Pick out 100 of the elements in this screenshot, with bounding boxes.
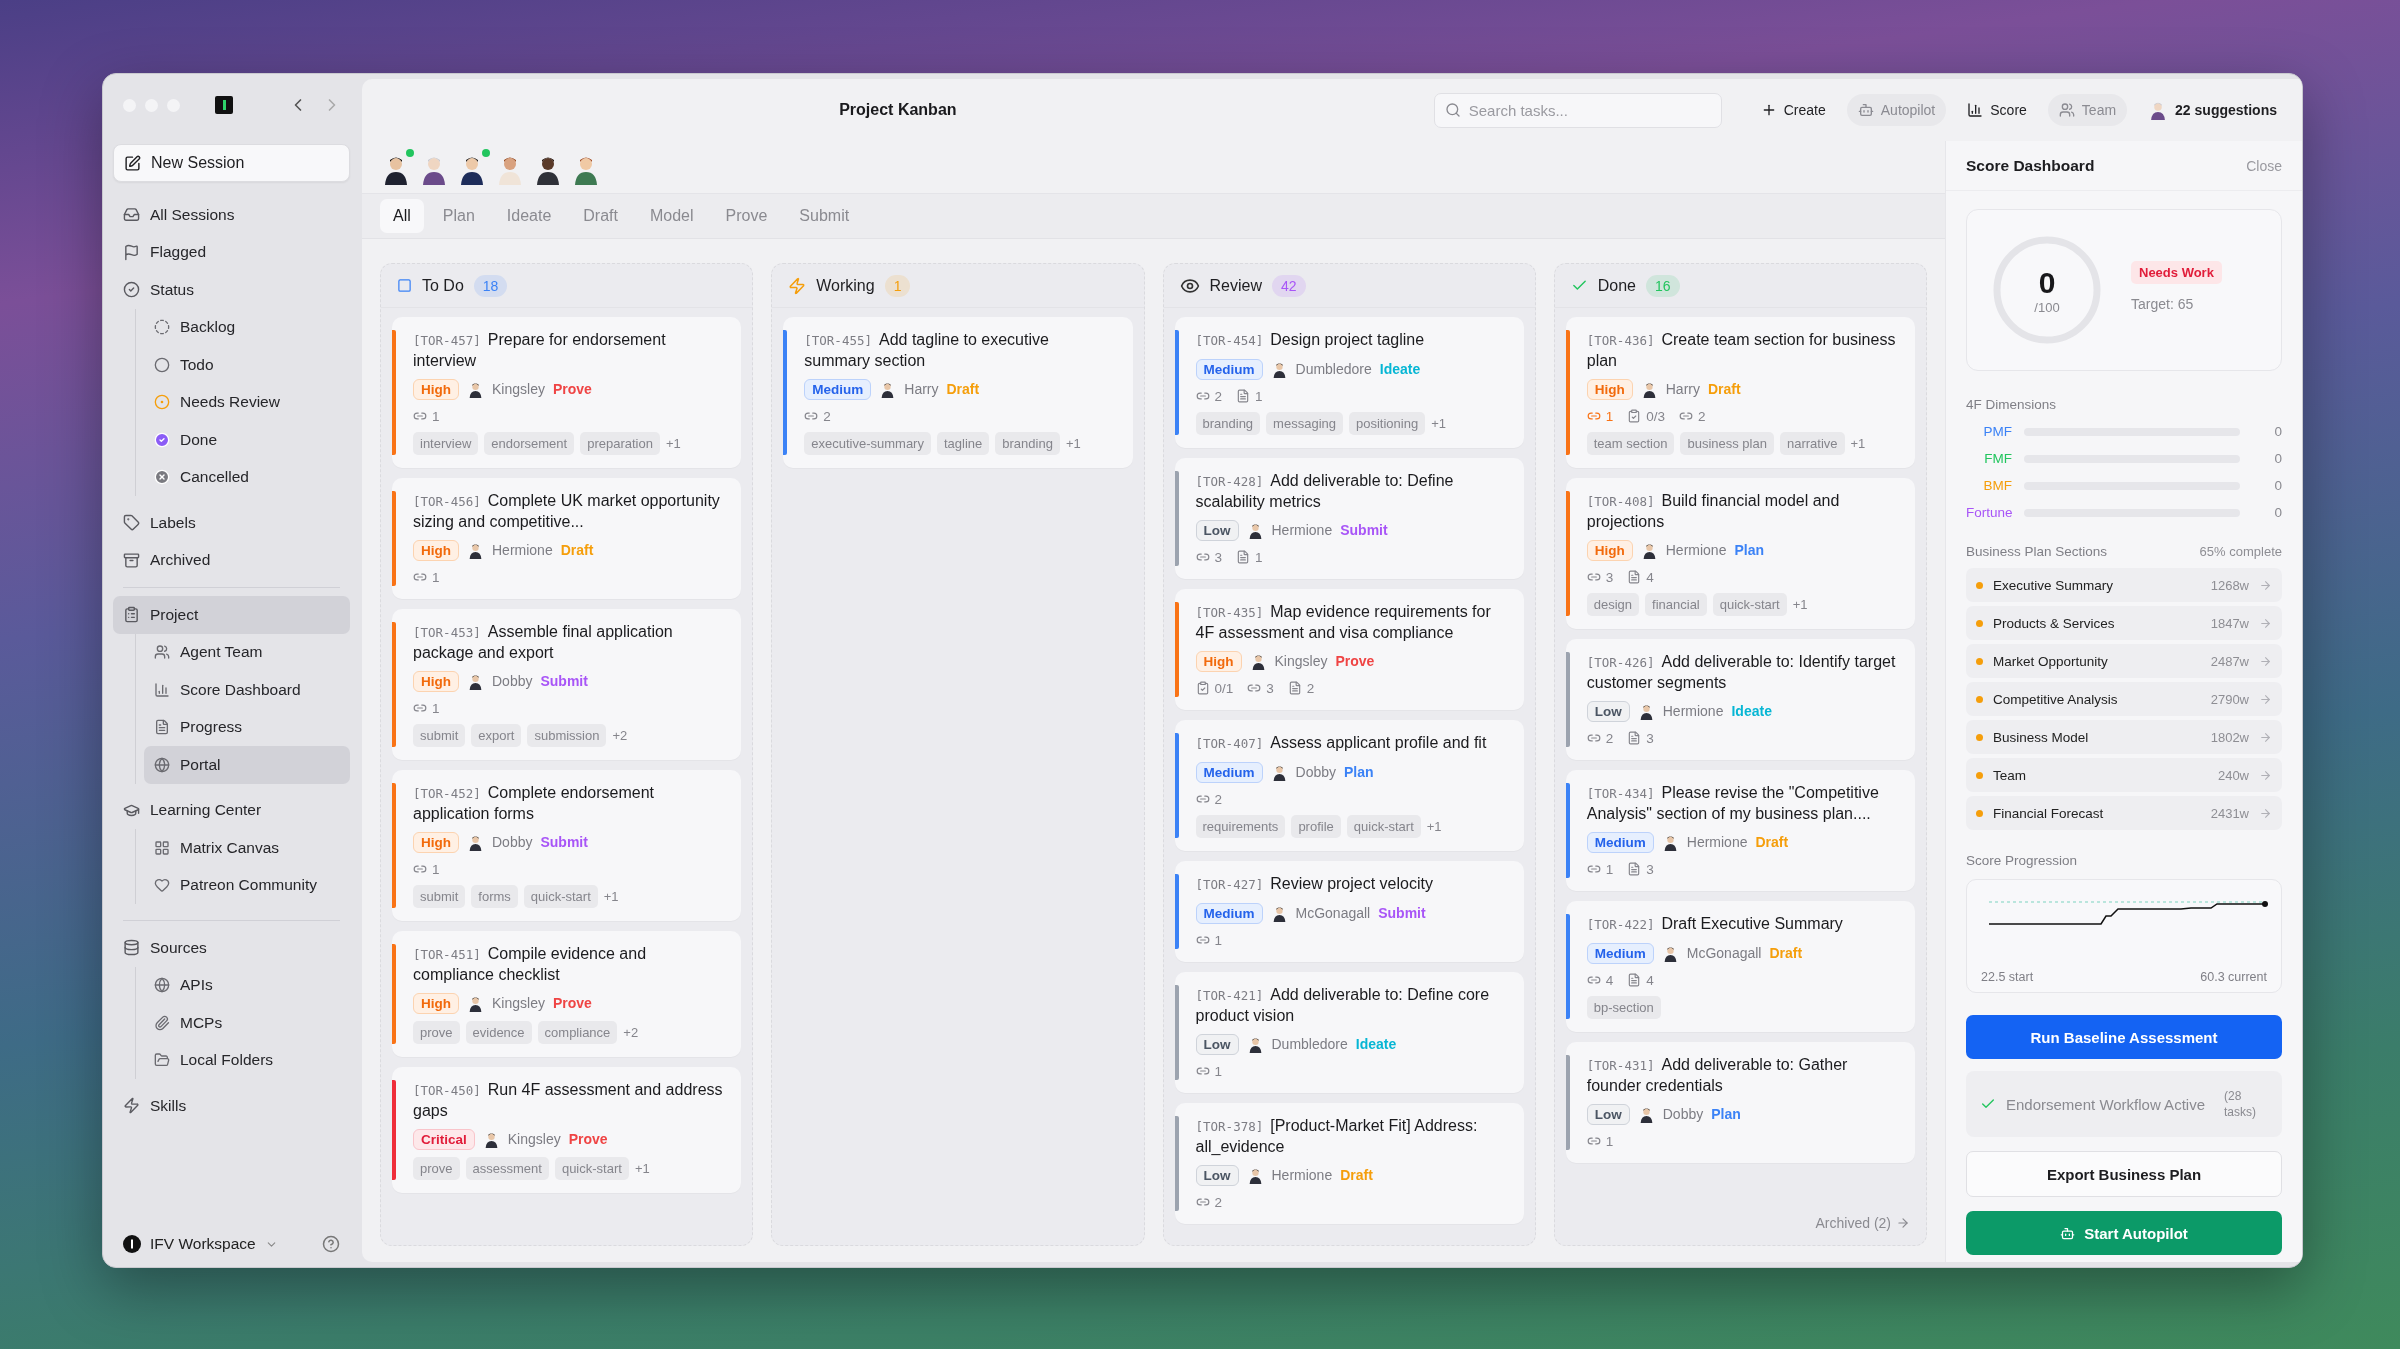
sidebar-item[interactable]: Labels: [113, 504, 350, 542]
plan-section-item[interactable]: Financial Forecast 2431w: [1966, 796, 2282, 830]
sidebar-item[interactable]: Progress: [144, 708, 350, 746]
task-card[interactable]: [TOR-426] Add deliverable to: Identify target customer segments Low Hermione Ideate 2 3: [1565, 639, 1915, 760]
sidebar-item[interactable]: Todo: [144, 346, 350, 384]
task-card[interactable]: [TOR-434] Please revise the "Competitive Analysis" section of my business plan.... Medium Hermione Draft 1 3: [1565, 770, 1915, 891]
task-title: [TOR-454] Design project tagline: [1195, 330, 1426, 350]
link-icon: [1195, 389, 1210, 403]
task-card[interactable]: [TOR-378] [Product-Market Fit] Address: all_evidence Low Hermione Draft 2: [1174, 1103, 1524, 1224]
help-icon[interactable]: [322, 1235, 340, 1253]
assignee-name: Dobby: [1295, 764, 1336, 780]
task-card[interactable]: [TOR-455] Add tagline to executive summary section Medium Harry Draft 2 executive-summary tagline branding +1: [783, 317, 1133, 468]
sidebar-item[interactable]: Patreon Community: [144, 866, 350, 904]
paperclip-icon: [154, 1014, 170, 1031]
dimension-value: 0: [2273, 478, 2282, 493]
sidebar-item[interactable]: MCPs: [144, 1004, 350, 1042]
task-card[interactable]: [TOR-435] Map evidence requirements for 4F assessment and visa compliance High Kingsley Prove 0/1 3 2: [1174, 589, 1524, 710]
word-count: 2431w: [2210, 805, 2249, 821]
tag: design: [1586, 593, 1640, 616]
sidebar-item[interactable]: Portal: [144, 746, 350, 784]
task-card[interactable]: [TOR-427] Review project velocity Medium McGonagall Submit 1: [1174, 861, 1524, 962]
sidebar-item[interactable]: Local Folders: [144, 1041, 350, 1079]
plan-section-item[interactable]: Competitive Analysis 2790w: [1966, 682, 2282, 716]
sidebar-item[interactable]: Matrix Canvas: [144, 829, 350, 867]
database-icon: [123, 939, 140, 957]
task-card[interactable]: [TOR-453] Assemble final application package and export High Dobby Submit 1 submit export submission +2: [392, 609, 742, 760]
sidebar-item[interactable]: Done: [144, 421, 350, 459]
count-text: 1: [1605, 1133, 1614, 1149]
workspace-switcher[interactable]: IFV Workspace: [123, 1235, 278, 1253]
sidebar-item[interactable]: Learning Center: [113, 791, 350, 829]
sidebar-item[interactable]: Status: [113, 271, 350, 309]
task-title: [TOR-421] Add deliverable to: Define core product vision: [1195, 985, 1491, 1026]
score-button[interactable]: Score: [1956, 94, 2038, 126]
link-icon: [1586, 409, 1601, 423]
task-card[interactable]: [TOR-428] Add deliverable to: Define scalability metrics Low Hermione Submit 3 1: [1174, 458, 1524, 579]
run-assessment-button[interactable]: Run Baseline Assessment: [1966, 1015, 2282, 1059]
task-card[interactable]: [TOR-421] Add deliverable to: Define core product vision Low Dumbledore Ideate 1: [1174, 972, 1524, 1093]
sidebar-item[interactable]: Project: [113, 596, 350, 634]
phase-label: Ideate: [1355, 1036, 1397, 1052]
section-name: Business Model: [1993, 729, 2090, 745]
phase-label: Submit: [540, 834, 588, 850]
count-badge: 16: [1646, 274, 1680, 297]
export-button[interactable]: Export Business Plan: [1966, 1151, 2282, 1197]
sidebar-item[interactable]: Archived: [113, 541, 350, 579]
new-session-button[interactable]: New Session: [113, 144, 350, 182]
suggestions-button[interactable]: 22 suggestions: [2137, 94, 2288, 126]
sidebar-item[interactable]: Skills: [113, 1087, 350, 1125]
task-card[interactable]: [TOR-431] Add deliverable to: Gather founder credentials Low Dobby Plan 1: [1565, 1042, 1915, 1163]
start-autopilot-button[interactable]: Start Autopilot: [1966, 1211, 2282, 1255]
dimension-value: 0: [2273, 451, 2282, 466]
sidebar-item[interactable]: Flagged: [113, 233, 350, 271]
task-card[interactable]: [TOR-452] Complete endorsement application forms High Dobby Submit 1 submit forms quick-start +1: [392, 770, 742, 921]
sidebar-item[interactable]: Sources: [113, 929, 350, 967]
task-card[interactable]: [TOR-450] Run 4F assessment and address gaps Critical Kingsley Prove prove assessment quick-start +1: [392, 1067, 742, 1193]
task-card[interactable]: [TOR-408] Build financial model and projections High Hermione Plan 3 4 design financial quick-start +1: [1565, 478, 1915, 629]
word-count: 1847w: [2210, 615, 2249, 631]
task-card[interactable]: [TOR-436] Create team section for business plan High Harry Draft 1 0/3 2 team section business plan narrative +1: [1565, 317, 1915, 468]
plan-section-item[interactable]: Market Opportunity 2487w: [1966, 644, 2282, 678]
task-card[interactable]: [TOR-422] Draft Executive Summary Medium McGonagall Draft 4 4 bp-section: [1565, 901, 1915, 1032]
plan-section-item[interactable]: Team 240w: [1966, 758, 2282, 792]
sidebar-item[interactable]: APIs: [144, 966, 350, 1004]
robot-icon: [1857, 102, 1874, 118]
task-card[interactable]: [TOR-457] Prepare for endorsement interview High Kingsley Prove 1 interview endorsement preparation +1: [392, 317, 742, 468]
task-title: [TOR-456] Complete UK market opportunity sizing and competitive...: [413, 491, 721, 532]
phase-label: Submit: [1378, 905, 1426, 921]
task-card[interactable]: [TOR-451] Compile evidence and compliance checklist High Kingsley Prove prove evidence compliance +2: [392, 931, 742, 1057]
sidebar-item[interactable]: All Sessions: [113, 196, 350, 234]
more-tags-count: +1: [1426, 819, 1442, 834]
filter-tab[interactable]: All: [380, 199, 424, 233]
sidebar-item[interactable]: Backlog: [144, 308, 350, 346]
phase-label: Prove: [1335, 653, 1375, 669]
phase-label: Draft: [1708, 381, 1741, 397]
target-text: Target: 65: [2131, 295, 2194, 312]
plan-section-item[interactable]: Executive Summary 1268w: [1966, 568, 2282, 602]
tag: messaging: [1266, 412, 1343, 435]
sidebar-item[interactable]: Agent Team: [144, 633, 350, 671]
arrow-right-icon: [2259, 730, 2272, 744]
task-card[interactable]: [TOR-407] Assess applicant profile and fit Medium Dobby Plan 2 requirements profile quick-start +1: [1174, 720, 1524, 851]
task-card[interactable]: [TOR-454] Design project tagline Medium Dumbledore Ideate 2 1 branding messaging positioning +1: [1174, 317, 1524, 448]
tag: forms: [471, 885, 518, 908]
assignee-name: Hermione: [1665, 542, 1727, 558]
count-text: 3: [1214, 549, 1222, 565]
create-button[interactable]: Create: [1749, 94, 1837, 126]
assignee-name: Dumbledore: [1271, 1036, 1348, 1052]
sidebar-item[interactable]: Needs Review: [144, 383, 350, 421]
assignee-name: Dobby: [492, 673, 533, 689]
priority-badge: Low: [1195, 519, 1239, 541]
tag: branding: [995, 432, 1060, 455]
task-card[interactable]: [TOR-456] Complete UK market opportunity sizing and competitive... High Hermione Draft 1: [392, 478, 742, 599]
check-circle-icon: [154, 431, 170, 448]
sidebar-item[interactable]: Cancelled: [144, 458, 350, 496]
sidebar-item[interactable]: Score Dashboard: [144, 671, 350, 709]
link-icon: [1195, 792, 1210, 806]
search-field[interactable]: Search tasks...: [1433, 92, 1722, 128]
tag: prove: [413, 1157, 460, 1180]
assignee-name: Hermione: [1662, 703, 1724, 719]
count-badge: 42: [1271, 274, 1306, 297]
plan-section-item[interactable]: Business Model 1802w: [1966, 720, 2282, 754]
plan-section-item[interactable]: Products & Services 1847w: [1966, 606, 2282, 640]
task-title: [TOR-427] Review project velocity: [1195, 874, 1434, 894]
